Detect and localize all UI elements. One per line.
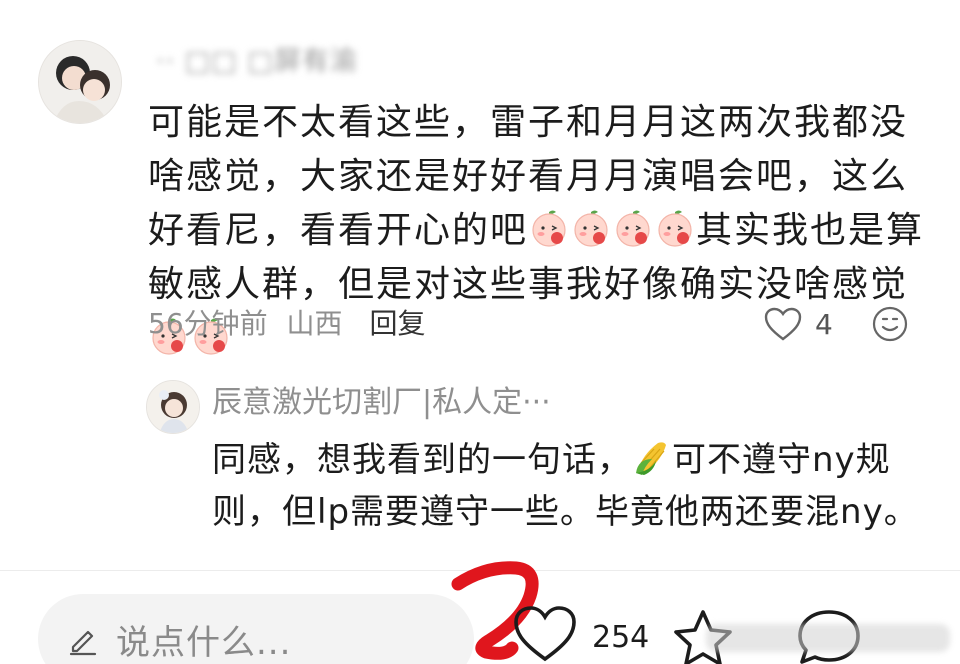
heart-icon bbox=[764, 307, 802, 341]
reply-body: 同感，想我看到的一句话， 可不遵守ny规则，但lp需要遵守一些。毕竟他两还要混ny… bbox=[212, 434, 932, 538]
reply-button[interactable]: 回复 bbox=[369, 307, 425, 340]
reply-text-part-1: 同感，想我看到的一句话， bbox=[212, 440, 632, 480]
peach-blush-emoji-icon bbox=[658, 210, 692, 247]
peach-blush-emoji-icon bbox=[532, 210, 566, 247]
watermark bbox=[706, 624, 950, 652]
peach-blush-emoji-icon bbox=[574, 210, 608, 247]
comment-input[interactable]: 说点什么... bbox=[38, 594, 474, 664]
commenter-username[interactable]: ·· □□ □屏有渝 bbox=[156, 42, 358, 82]
comment-time: 56分钟前 bbox=[148, 307, 268, 340]
reply-username[interactable]: 辰意激光切割厂|私人定··· bbox=[212, 380, 551, 426]
comment-like-count: 4 bbox=[815, 307, 833, 341]
reply-avatar[interactable] bbox=[146, 380, 200, 434]
post-like-count: 254 bbox=[592, 620, 650, 655]
comment-meta: 56分钟前 山西 回复 bbox=[148, 300, 425, 348]
commenter-avatar[interactable] bbox=[38, 40, 122, 124]
post-like-icon[interactable] bbox=[512, 604, 578, 664]
comment-location: 山西 bbox=[286, 307, 343, 340]
peach-blush-emoji-icon bbox=[616, 210, 650, 247]
pencil-icon bbox=[69, 630, 97, 656]
input-placeholder: 说点什么... bbox=[116, 622, 292, 663]
emoji-react-icon[interactable] bbox=[871, 305, 909, 343]
comment-like-button[interactable]: 4 bbox=[763, 302, 833, 346]
corn-emoji-icon bbox=[636, 442, 666, 475]
